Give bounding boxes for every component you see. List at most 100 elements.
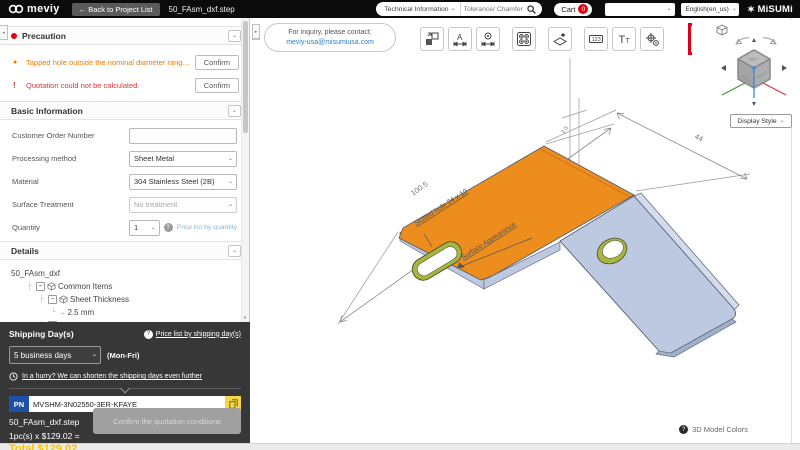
canvas-collapse-handle[interactable]: ▸ — [252, 24, 260, 39]
chevron-down-icon — [232, 248, 237, 254]
basic-information-section-header[interactable]: Basic Information — [0, 101, 249, 120]
surface-treatment-select: No treatment — [129, 196, 237, 213]
help-icon — [679, 425, 689, 434]
details-section-header[interactable]: Details — [0, 241, 249, 260]
sidebar-collapse-handle-left[interactable]: ◂ — [0, 25, 8, 40]
hole-pattern-icon[interactable] — [512, 27, 536, 51]
hole-dimension-icon[interactable] — [476, 27, 500, 51]
tree-node-common-items[interactable]: ├ Common Items — [27, 280, 249, 293]
3d-model-colors-link[interactable]: 3D Model Colors — [679, 425, 748, 434]
cube-face-top[interactable]: TOP — [748, 57, 757, 62]
shorten-shipping-link[interactable]: In a hurry? We can shorten the shipping … — [9, 372, 241, 381]
dimension-length-label: 100.5 — [409, 179, 430, 197]
total-price: Total $129.02 — [9, 443, 78, 450]
warning-row: ● Tapped hole outside the nominal diamet… — [0, 51, 249, 74]
svg-text:T: T — [619, 34, 626, 46]
back-arrow-icon: ← — [78, 4, 87, 14]
warning-bullet-icon: ● — [13, 59, 18, 66]
collapse-section-button[interactable] — [228, 244, 241, 257]
tapping-icon[interactable] — [640, 27, 664, 51]
material-select[interactable]: 304 Stainless Steel (2B) — [129, 173, 237, 190]
chevron-down-icon — [92, 352, 97, 358]
chevron-down-icon — [780, 118, 785, 124]
tree-expander-icon[interactable] — [48, 295, 57, 304]
inquiry-email-link[interactable]: meviy-usa@misumiusa.com — [286, 38, 374, 47]
surface-appearance-icon[interactable] — [548, 27, 572, 51]
svg-text:A: A — [457, 33, 463, 42]
top-bar: meviy ← Back to Project List 50_FAsm_dxf… — [0, 0, 800, 18]
scroll-down-arrow-icon[interactable] — [241, 314, 249, 322]
collapse-section-button[interactable] — [228, 29, 241, 42]
error-mark-icon: ! — [13, 81, 16, 90]
misumi-mark-icon — [747, 5, 756, 13]
field-label: Quantity — [12, 223, 40, 232]
dimension-width-label: 44 — [693, 132, 705, 144]
view-cube-widget[interactable]: TOP FRONT RIGHT — [692, 20, 796, 114]
search-icon[interactable] — [527, 4, 537, 14]
price-list-by-quantity-link[interactable]: Price list by quantity — [177, 224, 237, 231]
scrollbar-thumb[interactable] — [243, 21, 248, 133]
meviy-infinity-icon — [8, 4, 24, 14]
chevron-down-icon — [451, 6, 456, 12]
chevron-down-icon — [228, 179, 233, 185]
customer-order-number-input[interactable] — [129, 127, 237, 144]
thickness-icon: ↔ — [60, 309, 66, 316]
meviy-app: meviy ← Back to Project List 50_FAsm_dxf… — [0, 0, 800, 450]
text-marking-icon[interactable]: TT — [612, 27, 636, 51]
shipping-days-title: Shipping Day(s) — [9, 329, 74, 339]
shipping-days-select[interactable]: 5 business days — [9, 346, 101, 364]
tree-expander-icon[interactable] — [36, 282, 45, 291]
cad-toolbar: A 123 TT — [420, 23, 720, 55]
chevron-down-icon[interactable] — [120, 383, 130, 394]
tree-node-sheet-thickness[interactable]: ├ Sheet Thickness — [39, 293, 249, 306]
misumi-logo[interactable]: MiSUMi — [747, 4, 793, 15]
back-to-project-list-button[interactable]: ← Back to Project List — [71, 2, 160, 16]
dimension-thickness-label: 2.5 — [561, 125, 570, 135]
inquiry-text: For inquiry, please contact: — [288, 29, 372, 37]
svg-text:123: 123 — [592, 37, 601, 43]
chevron-down-icon — [232, 108, 237, 114]
confirm-error-button[interactable]: Confirm — [194, 78, 239, 93]
sidebar-scrollbar[interactable] — [241, 18, 249, 322]
open-file-name: 50_FAsm_dxf.step — [168, 4, 235, 14]
mon-fri-label: (Mon-Fri) — [107, 350, 140, 360]
change-part-icon[interactable] — [420, 27, 444, 51]
chevron-down-icon — [151, 225, 156, 231]
field-label: Material — [12, 177, 39, 186]
cube-icon — [59, 295, 68, 304]
collapse-section-button[interactable] — [228, 104, 241, 117]
confirm-warning-button[interactable]: Confirm — [194, 55, 239, 70]
quantity-select[interactable]: 1 — [129, 219, 160, 236]
language-select[interactable]: English(en_us) — [681, 2, 740, 16]
cart-count-badge: 0 — [578, 4, 589, 14]
search-input[interactable] — [460, 5, 528, 13]
processing-method-select[interactable]: Sheet Metal — [129, 150, 237, 167]
confirm-quotation-button[interactable]: Confirm the quotation conditions — [93, 408, 241, 434]
meviy-logo[interactable]: meviy — [8, 3, 60, 15]
number-plate-icon[interactable]: 123 — [584, 27, 608, 51]
chevron-down-icon — [228, 156, 233, 162]
chevron-down-icon — [228, 202, 233, 208]
clock-icon — [9, 372, 18, 381]
alert-dot-icon — [11, 32, 17, 39]
search-category-select[interactable]: Technical Information — [376, 2, 461, 16]
inquiry-bubble: For inquiry, please contact: meviy-usa@m… — [264, 23, 396, 52]
chevron-down-icon — [666, 6, 671, 12]
chevron-down-icon — [232, 33, 237, 39]
display-style-button[interactable]: Display Style — [730, 114, 792, 128]
pn-badge: PN — [9, 396, 29, 412]
cart-button[interactable]: Cart 0 — [554, 2, 593, 16]
cube-icon — [47, 282, 56, 291]
error-row: ! Quotation could not be calculated. Con… — [0, 74, 249, 97]
field-label: Surface Treatment — [12, 200, 74, 209]
precaution-section-header[interactable]: Precaution — [0, 26, 249, 45]
project-select[interactable] — [605, 2, 676, 16]
price-list-by-shipping-days-link[interactable]: Price list by shipping day(s) — [143, 329, 241, 339]
3d-viewport[interactable]: 100.5 44 2.5 Slotted hole 24 x 10 Surfac… — [250, 18, 800, 443]
search-bar: Technical Information — [376, 2, 543, 16]
tree-node-thickness-value[interactable]: └ ↔ 2.5 mm — [51, 306, 249, 319]
help-icon — [163, 223, 173, 232]
tree-root[interactable]: 50_FAsm_dxf — [11, 267, 249, 280]
svg-text:T: T — [626, 38, 631, 45]
dimension-icon[interactable]: A — [448, 27, 472, 51]
